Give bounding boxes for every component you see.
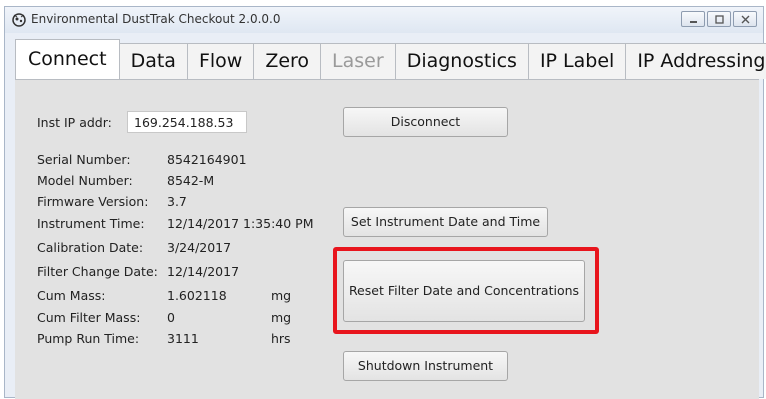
tab-data[interactable]: Data [119, 43, 188, 79]
disconnect-button[interactable]: Disconnect [343, 107, 508, 137]
pump-run-time-value: 3111 [167, 331, 199, 346]
window-title: Environmental DustTrak Checkout 2.0.0.0 [31, 12, 281, 26]
set-instrument-date-time-button[interactable]: Set Instrument Date and Time [343, 207, 548, 237]
filter-change-date-value: 12/14/2017 [167, 264, 240, 279]
highlight-box [333, 247, 599, 334]
pump-run-time-unit: hrs [271, 331, 291, 346]
tab-zero[interactable]: Zero [254, 43, 322, 79]
shutdown-instrument-button[interactable]: Shutdown Instrument [343, 351, 508, 381]
tab-connect[interactable]: Connect [15, 39, 120, 79]
ip-address-input[interactable] [127, 111, 247, 133]
tab-strip: Connect Data Flow Zero Laser Diagnostics… [15, 39, 766, 79]
tab-ip-addressing[interactable]: IP Addressing [626, 43, 766, 79]
model-number-value: 8542-M [167, 173, 215, 188]
close-icon [741, 15, 750, 24]
connect-panel: Inst IP addr: Serial Number: 8542164901 … [15, 79, 759, 399]
tab-laser: Laser [321, 43, 396, 79]
cum-mass-label: Cum Mass: [37, 288, 106, 303]
filter-change-date-label: Filter Change Date: [37, 264, 158, 279]
maximize-icon [715, 15, 724, 24]
minimize-icon [690, 21, 697, 23]
cum-mass-value: 1.602118 [167, 288, 227, 303]
dusttrak-app-icon [11, 12, 27, 28]
maximize-button[interactable] [707, 11, 731, 27]
cum-mass-unit: mg [271, 288, 292, 303]
calibration-date-value: 3/24/2017 [167, 240, 232, 255]
ip-address-label: Inst IP addr: [37, 115, 112, 130]
instrument-time-value: 12/14/2017 1:35:40 PM [167, 216, 314, 231]
instrument-time-label: Instrument Time: [37, 216, 145, 231]
firmware-version-label: Firmware Version: [37, 194, 149, 209]
pump-run-time-label: Pump Run Time: [37, 331, 140, 346]
firmware-version-value: 3.7 [167, 194, 187, 209]
serial-number-label: Serial Number: [37, 152, 131, 167]
calibration-date-label: Calibration Date: [37, 240, 144, 255]
tab-diagnostics[interactable]: Diagnostics [395, 43, 529, 79]
cum-filter-mass-label: Cum Filter Mass: [37, 310, 141, 325]
tab-ip-label[interactable]: IP Label [528, 43, 627, 79]
title-bar: Environmental DustTrak Checkout 2.0.0.0 [5, 7, 763, 33]
minimize-button[interactable] [681, 11, 705, 27]
cum-filter-mass-unit: mg [271, 310, 292, 325]
model-number-label: Model Number: [37, 173, 133, 188]
serial-number-value: 8542164901 [167, 152, 247, 167]
app-window: Environmental DustTrak Checkout 2.0.0.0 … [4, 6, 766, 399]
cum-filter-mass-value: 0 [167, 310, 175, 325]
close-button[interactable] [733, 11, 757, 27]
tab-flow[interactable]: Flow [187, 43, 255, 79]
